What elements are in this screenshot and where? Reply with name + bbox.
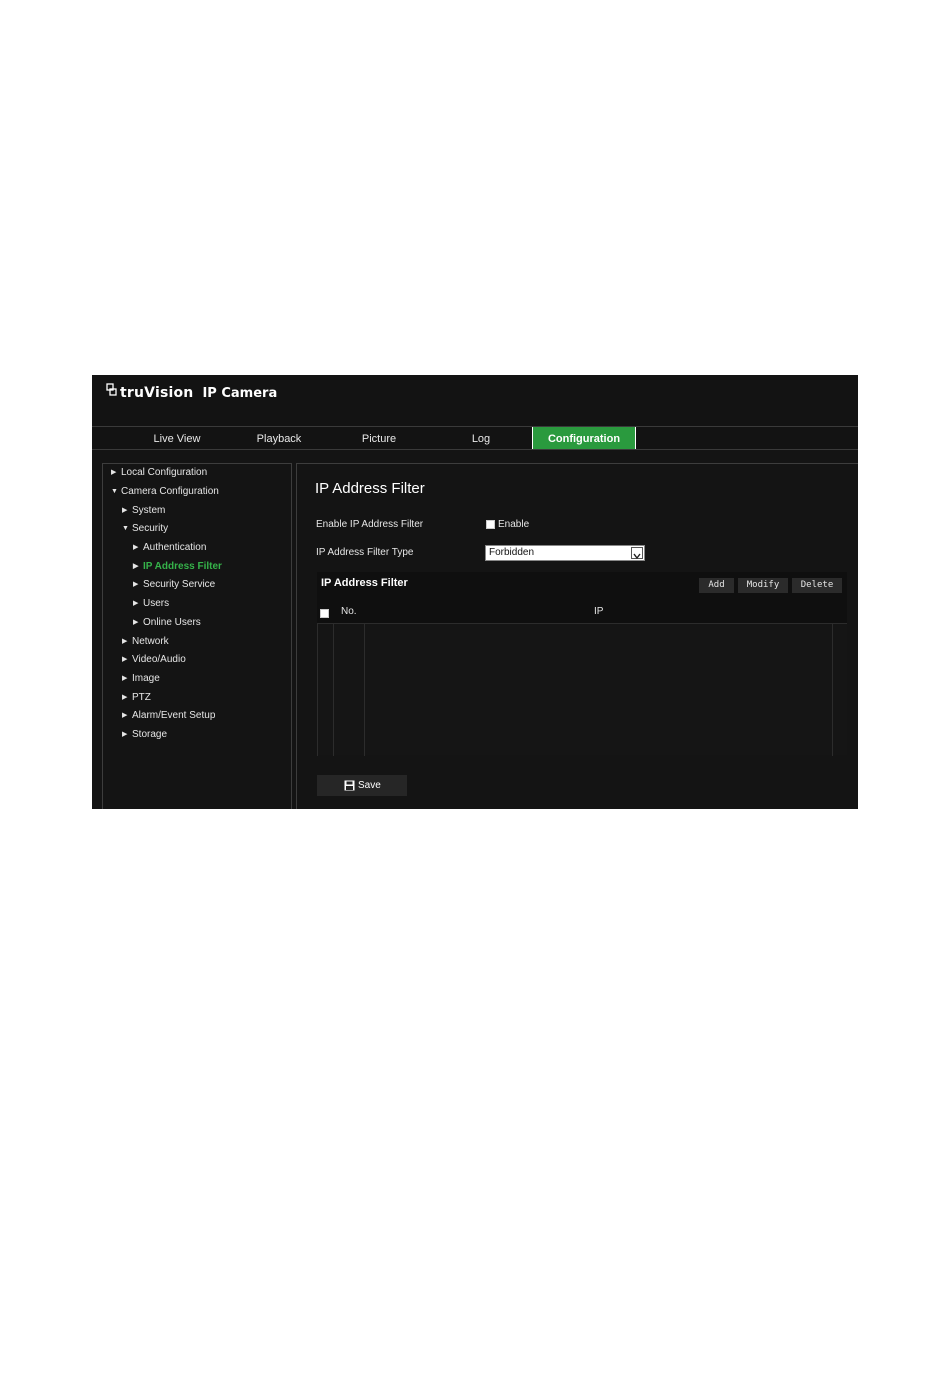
main-navigation: Live View Playback Picture Log Configura…	[92, 427, 858, 450]
product-name: IP Camera	[202, 385, 278, 401]
caret-right-icon: ▶	[133, 581, 139, 588]
caret-right-icon: ▶	[122, 638, 128, 645]
filter-type-label: IP Address Filter Type	[316, 547, 414, 558]
caret-right-icon: ▶	[133, 619, 139, 626]
delete-button[interactable]: Delete	[792, 578, 842, 593]
caret-right-icon: ▶	[122, 731, 128, 738]
tree-item-image[interactable]: ▶ Image	[122, 671, 160, 687]
configuration-tree: ▶ Local Configuration ▼ Camera Configurati…	[102, 463, 292, 809]
enable-filter-checkbox[interactable]	[486, 520, 495, 529]
brand-logo: truVision IP Camera	[106, 383, 278, 401]
tree-item-security-service[interactable]: ▶ Security Service	[133, 577, 215, 593]
header-bar: truVision IP Camera	[92, 375, 858, 427]
caret-right-icon: ▶	[133, 600, 139, 607]
caret-right-icon: ▶	[133, 563, 139, 570]
tree-item-alarm-event-setup[interactable]: ▶ Alarm/Event Setup	[122, 708, 215, 724]
tree-item-ip-address-filter[interactable]: ▶ IP Address Filter	[133, 559, 222, 575]
caret-right-icon: ▶	[122, 675, 128, 682]
truvision-logo-icon	[106, 383, 117, 396]
caret-right-icon: ▶	[111, 469, 117, 476]
tab-picture[interactable]: Picture	[342, 427, 416, 449]
tree-item-ptz[interactable]: ▶ PTZ	[122, 690, 151, 706]
tab-live-view[interactable]: Live View	[140, 427, 214, 449]
page-title: IP Address Filter	[315, 480, 425, 497]
add-button[interactable]: Add	[699, 578, 734, 593]
table-grid-line	[317, 624, 318, 756]
tree-item-users[interactable]: ▶ Users	[133, 596, 169, 612]
tree-item-online-users[interactable]: ▶ Online Users	[133, 615, 201, 631]
panel-title: IP Address Filter	[321, 577, 408, 589]
caret-down-icon: ▼	[122, 525, 129, 532]
caret-right-icon: ▶	[133, 544, 139, 551]
chevron-down-icon	[631, 547, 643, 560]
tree-item-camera-configuration[interactable]: ▼ Camera Configuration	[111, 484, 219, 500]
tab-log[interactable]: Log	[444, 427, 518, 449]
enable-filter-label: Enable IP Address Filter	[316, 519, 424, 530]
tab-playback[interactable]: Playback	[242, 427, 316, 449]
brand-name: truVision	[120, 385, 194, 401]
column-header-no: No.	[341, 606, 357, 617]
filter-type-value: Forbidden	[489, 547, 535, 558]
tree-item-storage[interactable]: ▶ Storage	[122, 727, 167, 743]
camera-web-ui: truVision IP Camera Live View Playback P…	[92, 375, 858, 809]
floppy-disk-icon	[344, 780, 355, 791]
tab-configuration[interactable]: Configuration	[532, 427, 636, 449]
tree-item-authentication[interactable]: ▶ Authentication	[133, 540, 206, 556]
table-grid-line	[364, 624, 365, 756]
table-grid-line	[333, 624, 334, 756]
save-button-label: Save	[358, 780, 381, 791]
caret-down-icon: ▼	[111, 488, 118, 495]
column-header-ip: IP	[594, 606, 604, 617]
caret-right-icon: ▶	[122, 507, 128, 514]
caret-right-icon: ▶	[122, 656, 128, 663]
content-area: IP Address Filter Enable IP Address Filt…	[296, 463, 858, 809]
select-all-checkbox[interactable]	[320, 609, 329, 618]
tree-item-system[interactable]: ▶ System	[122, 503, 165, 519]
tree-item-video-audio[interactable]: ▶ Video/Audio	[122, 652, 186, 668]
enable-checkbox-label: Enable	[498, 519, 530, 530]
ip-filter-panel: IP Address Filter Add Modify Delete No. …	[317, 572, 847, 756]
modify-button[interactable]: Modify	[738, 578, 788, 593]
save-button[interactable]: Save	[317, 775, 407, 796]
filter-type-select[interactable]: Forbidden	[485, 545, 645, 561]
tree-item-security[interactable]: ▼ Security	[122, 521, 168, 537]
tree-item-local-configuration[interactable]: ▶ Local Configuration	[111, 465, 207, 481]
caret-right-icon: ▶	[122, 712, 128, 719]
tree-item-network[interactable]: ▶ Network	[122, 634, 169, 650]
ip-filter-table	[317, 623, 847, 756]
table-grid-line	[832, 624, 833, 756]
caret-right-icon: ▶	[122, 694, 128, 701]
